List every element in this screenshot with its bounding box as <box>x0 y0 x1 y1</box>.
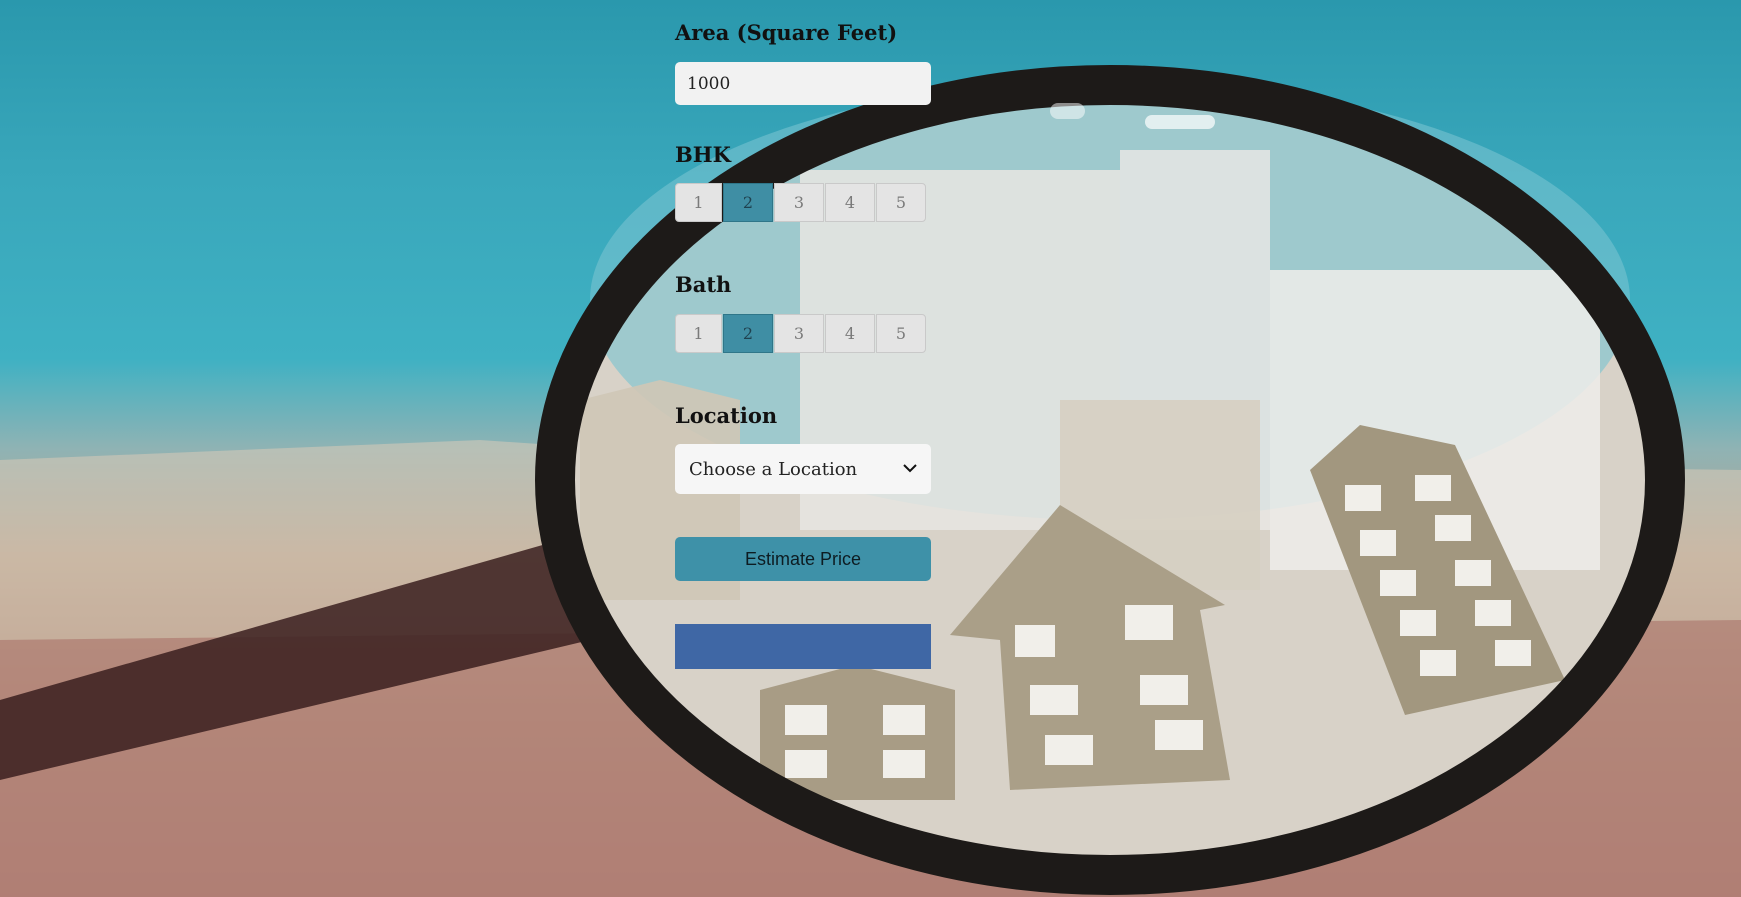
bath-option-4[interactable]: 4 <box>825 314 875 353</box>
bhk-option-5[interactable]: 5 <box>876 183 926 222</box>
chevron-down-icon <box>903 461 917 477</box>
bath-option-2[interactable]: 2 <box>723 314 773 353</box>
bath-option-1[interactable]: 1 <box>675 314 722 353</box>
area-label: Area (Square Feet) <box>675 20 898 45</box>
estimated-price-result <box>675 624 931 669</box>
bath-option-5[interactable]: 5 <box>876 314 926 353</box>
bath-label: Bath <box>675 272 732 297</box>
location-selected-value: Choose a Location <box>689 458 858 480</box>
location-dropdown[interactable]: Choose a Location <box>675 444 931 494</box>
bhk-label: BHK <box>675 142 731 167</box>
bhk-option-2[interactable]: 2 <box>723 183 773 222</box>
location-label: Location <box>675 403 778 428</box>
bhk-option-4[interactable]: 4 <box>825 183 875 222</box>
bath-option-3[interactable]: 3 <box>774 314 824 353</box>
estimate-price-button[interactable]: Estimate Price <box>675 537 931 581</box>
bhk-selector: 1 2 3 4 5 <box>675 183 926 222</box>
bhk-option-3[interactable]: 3 <box>774 183 824 222</box>
bhk-option-1[interactable]: 1 <box>675 183 722 222</box>
area-input[interactable] <box>675 62 931 105</box>
bath-selector: 1 2 3 4 5 <box>675 314 926 353</box>
